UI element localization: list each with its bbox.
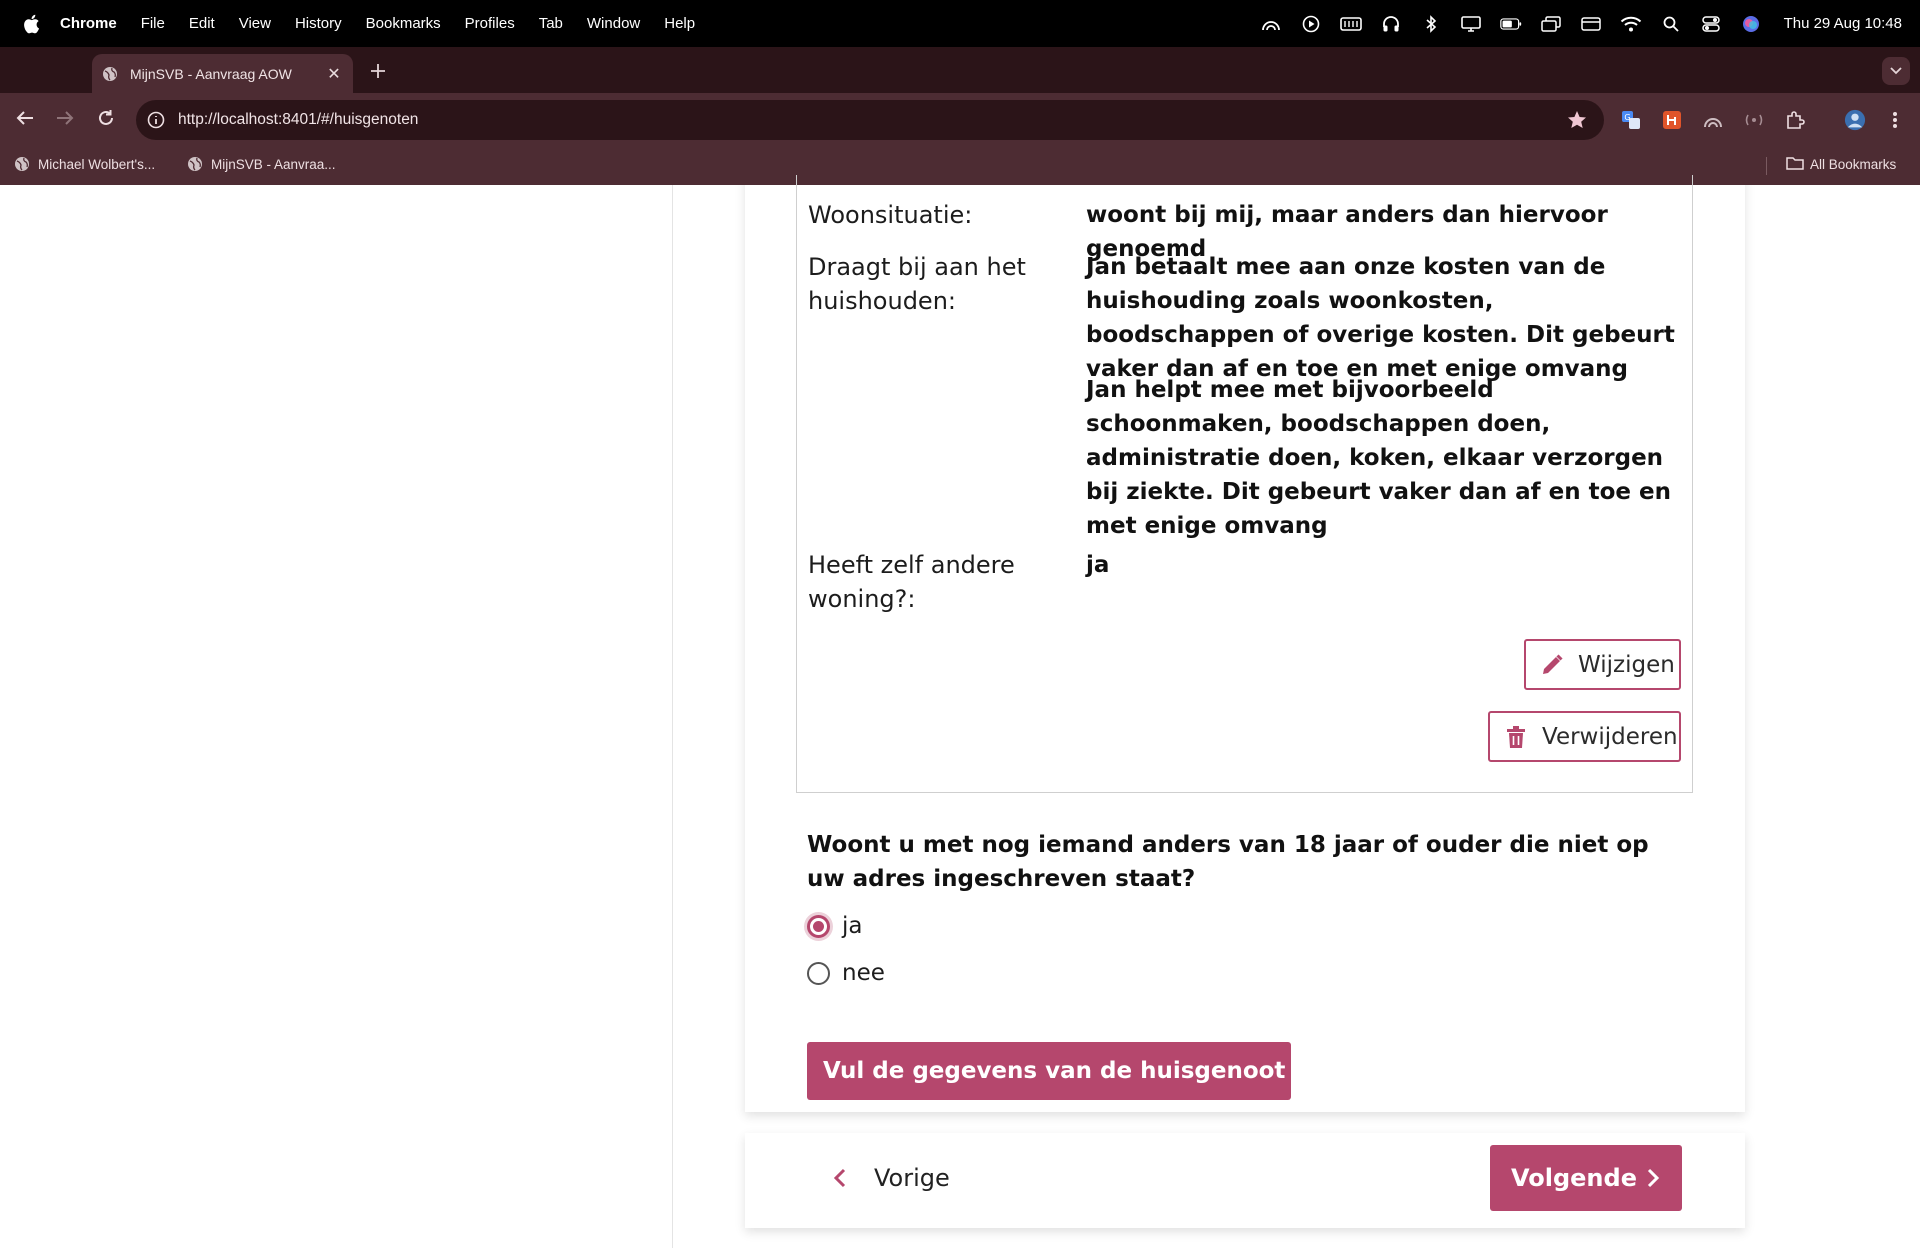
previous-button[interactable]: Vorige [828,1158,950,1198]
menu-file[interactable]: File [141,15,165,32]
menubar-status-area: Thu 29 Aug 10:48 [1260,0,1902,47]
siri-icon[interactable] [1740,15,1762,33]
sidebar-divider [672,185,673,1248]
address-bar[interactable]: http://localhost:8401/#/huisgenoten [136,100,1604,140]
radio-nee-label[interactable]: nee [842,960,885,986]
woonsituatie-label: Woonsituatie: [808,201,973,229]
andere-woning-label: Heeft zelf andere woning?: [808,551,1015,613]
chevron-right-icon [1318,1062,1330,1080]
bookmark-star-icon[interactable] [1566,109,1588,131]
globe-icon [14,156,30,172]
add-housemate-label: Vul de gegevens van de huisgenoot in [823,1058,1318,1084]
draagt-bij-value-practical: Jan helpt mee met bijvoorbeeld schoonmak… [1086,377,1671,539]
radio-nee-input[interactable] [807,961,830,985]
bookmark-label: MijnSVB - Aanvraa... [211,156,336,172]
translate-extension-icon[interactable]: G [1620,109,1642,131]
bookmarks-separator [1766,157,1767,175]
next-label: Volgende [1511,1164,1637,1192]
menu-edit[interactable]: Edit [189,15,215,32]
menu-bookmarks[interactable]: Bookmarks [366,15,441,32]
tab-mijnsvb[interactable]: MijnSVB - Aanvraag AOW ✕ [92,54,353,93]
puzzle-extensions-icon[interactable] [1784,109,1806,131]
radio-option-ja[interactable]: ja [807,913,862,939]
andere-woning-value: ja [1086,552,1110,578]
pencil-icon [1540,652,1564,678]
red-extension-icon[interactable] [1661,109,1683,131]
spotlight-search-icon[interactable] [1660,15,1682,33]
reload-button[interactable] [93,107,119,133]
window-stack-icon[interactable] [1540,15,1562,33]
control-center-icon[interactable] [1700,15,1722,33]
delete-label: Verwijderen [1542,723,1678,750]
chevron-left-icon [828,1166,852,1190]
url-text[interactable]: http://localhost:8401/#/huisgenoten [178,111,1566,129]
next-button[interactable]: Volgende [1490,1145,1682,1211]
profile-avatar-icon[interactable] [1844,109,1866,131]
radio-ja-label[interactable]: ja [842,913,862,939]
wifi-icon[interactable] [1620,15,1642,33]
edit-label: Wijzigen [1578,651,1675,678]
draagt-bij-value-financial: Jan betaalt mee aan onze kosten van de h… [1086,254,1675,382]
bookmark-mijnsvb[interactable]: MijnSVB - Aanvraa... [187,156,336,172]
headphones-icon[interactable] [1380,15,1402,33]
arc-icon[interactable] [1260,15,1282,33]
keyboard-icon[interactable] [1339,15,1362,33]
edit-housemate-button[interactable]: Wijzigen [1524,639,1681,690]
menu-window[interactable]: Window [587,15,640,32]
reload-icon [97,109,115,132]
globe-icon [187,156,203,172]
all-bookmarks-button[interactable]: All Bookmarks [1786,156,1896,172]
tab-title: MijnSVB - Aanvraag AOW [130,65,292,82]
menu-help[interactable]: Help [664,15,695,32]
tab-close-icon[interactable]: ✕ [323,64,345,84]
display-icon[interactable] [1460,15,1482,33]
radio-ja-input[interactable] [807,914,830,938]
card-icon[interactable] [1580,15,1602,33]
chrome-menu-icon[interactable] [1884,109,1906,131]
all-bookmarks-label: All Bookmarks [1810,156,1897,172]
trash-icon [1504,724,1528,750]
chevron-right-icon [1646,1168,1660,1188]
add-housemate-button[interactable]: Vul de gegevens van de huisgenoot in [807,1042,1329,1100]
arrow-left-icon [16,110,34,131]
menu-view[interactable]: View [239,15,271,32]
site-info-icon[interactable] [146,110,166,130]
menubar-clock[interactable]: Thu 29 Aug 10:48 [1784,15,1902,32]
bookmark-label: Michael Wolbert's... [38,156,156,172]
battery-icon[interactable] [1499,15,1522,33]
arc-extension-icon[interactable] [1702,109,1724,131]
menu-app-chrome[interactable]: Chrome [60,15,117,32]
menu-tab[interactable]: Tab [539,15,563,32]
browser-tabstrip: MijnSVB - Aanvraag AOW ✕ [0,47,1920,93]
arrow-right-icon [56,110,74,131]
draagt-bij-label: Draagt bij aan het huishouden: [808,253,1026,315]
broadcast-extension-icon[interactable] [1743,109,1765,131]
menu-profiles[interactable]: Profiles [465,15,515,32]
macos-menubar: Chrome File Edit View History Bookmarks … [0,0,1920,47]
bluetooth-icon[interactable] [1420,14,1442,33]
previous-label: Vorige [874,1164,950,1192]
menu-history[interactable]: History [295,15,342,32]
tab-search-button[interactable] [1882,57,1910,85]
new-tab-button[interactable] [364,57,392,85]
play-icon[interactable] [1300,15,1322,33]
radio-dot [813,920,824,932]
folder-icon [1786,156,1804,172]
apple-icon[interactable] [22,13,42,35]
globe-icon [102,66,118,82]
bookmark-michael-wolbert[interactable]: Michael Wolbert's... [14,156,155,172]
radio-option-nee[interactable]: nee [807,960,885,986]
other-housemate-question: Woont u met nog iemand anders van 18 jaa… [807,832,1649,892]
chevron-down-icon [1890,62,1902,80]
delete-housemate-button[interactable]: Verwijderen [1488,711,1681,762]
browser-toolbar: http://localhost:8401/#/huisgenoten G [0,93,1920,147]
forward-button[interactable] [52,107,78,133]
svg-text:G: G [1624,113,1630,122]
back-button[interactable] [12,107,38,133]
